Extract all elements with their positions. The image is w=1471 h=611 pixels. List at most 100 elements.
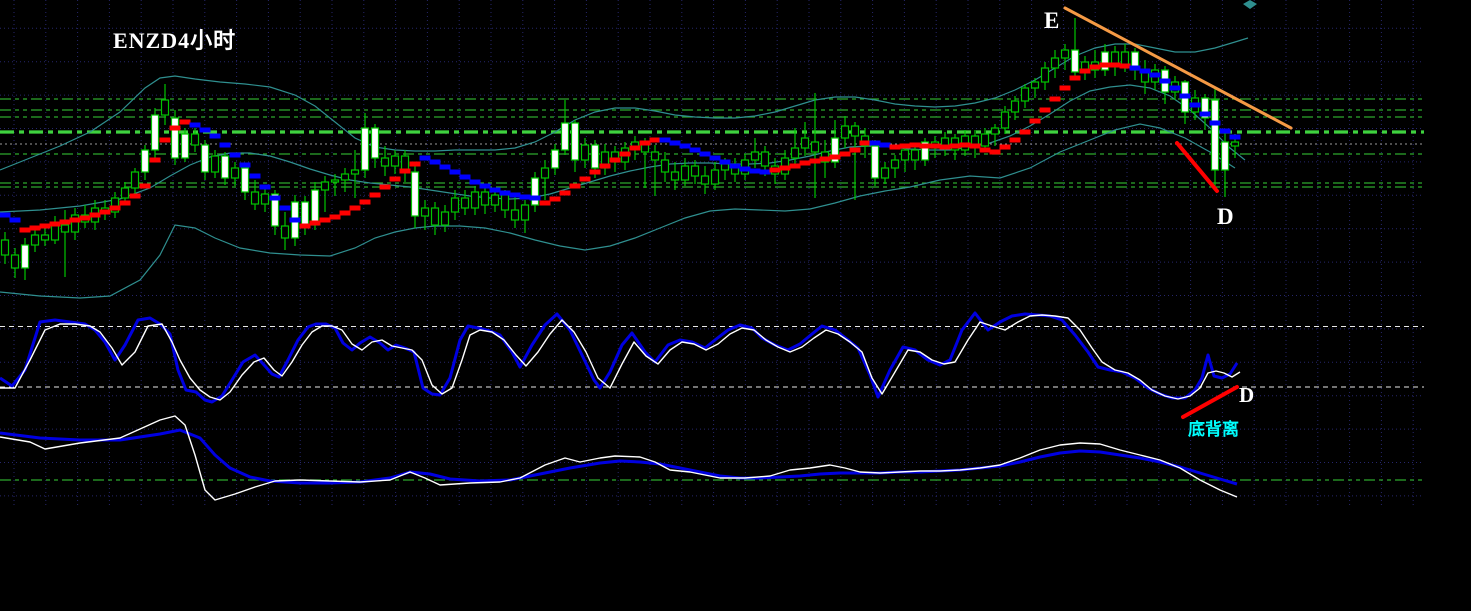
trend-dash-blue [489,187,501,193]
candle-body [1070,49,1080,73]
trend-dash-blue [759,169,771,175]
chart-canvas[interactable] [0,0,1471,611]
candle-body [980,133,990,147]
trend-dash-red [849,147,861,153]
trend-dash-blue [1149,72,1161,78]
trend-dash-red [1069,75,1081,81]
trend-dash-red [109,205,121,211]
candle-body [220,155,230,179]
candle-body [470,191,480,209]
trend-dash-red [19,227,31,233]
trend-dash-red [769,167,781,173]
trend-dash-red [39,223,51,229]
trend-dash-red [1059,85,1071,91]
candle-body [20,244,30,269]
candle-body [910,149,920,161]
trend-dash-red [979,147,991,153]
trend-dash-blue [1209,120,1221,126]
candle-body [10,254,20,269]
candle-body [750,151,760,161]
trend-dash-red [309,220,321,226]
candle-body [280,225,290,239]
trend-dash-red [999,144,1011,150]
candle-body [450,197,460,213]
candle-body [520,204,530,221]
trend-dash-red [789,163,801,169]
candle-body [1230,141,1240,147]
trend-dash-red [1079,68,1091,74]
trend-dash-red [319,217,331,223]
trend-dash-red [929,143,941,149]
label-D-stoch[interactable]: D [1239,383,1254,408]
trend-dash-blue [189,122,201,128]
trend-dash-red [589,169,601,175]
candle-body [380,157,390,167]
trend-dash-blue [219,142,231,148]
trend-dash-blue [719,159,731,165]
trend-dash-red [159,137,171,143]
trend-dash-red [1099,62,1111,68]
candle-body [840,125,850,139]
candle-body [790,147,800,159]
candle-body [590,144,600,169]
trend-dash-red [559,190,571,196]
trend-dash-red [889,144,901,150]
trend-dash-red [349,205,361,211]
candle-body [1010,100,1020,113]
trend-dash-red [359,199,371,205]
trend-dash-red [389,176,401,182]
trend-dash-red [89,212,101,218]
candle-body [1040,67,1050,83]
candle-body [140,149,150,173]
trend-dash-red [829,154,841,160]
trend-dash-blue [499,190,511,196]
candle-body [180,133,190,159]
trading-chart-window: ENZD4小时 E D D 底背离 [0,0,1471,611]
trend-dash-red [909,142,921,148]
candle-body [710,169,720,185]
candle-body [40,234,50,241]
trend-dash-red [619,151,631,157]
candle-body [670,171,680,181]
trend-dash-red [989,149,1001,155]
label-bottom-divergence[interactable]: 底背离 [1188,415,1239,440]
trend-dash-blue [1139,68,1151,74]
trend-dash-red [859,140,871,146]
trend-dash-red [799,160,811,166]
trend-dash-red [569,183,581,189]
candle-body [720,163,730,171]
candle-body [880,167,890,179]
candle-body [190,133,200,146]
trend-dash-blue [229,152,241,158]
candle-body [410,171,420,217]
trend-dash-blue [469,179,481,185]
trend-dash-blue [209,133,221,139]
chart-symbol-title: ENZD4小时 [113,28,237,53]
candle-body [810,141,820,153]
candle-body [700,175,710,185]
trend-dash-blue [869,140,881,146]
trend-dash-blue [479,183,491,189]
label-D-price[interactable]: D [1217,204,1234,230]
trend-dash-red [169,125,181,131]
trend-dash-red [639,140,651,146]
candle-body [570,122,580,161]
candle-body [200,144,210,173]
trend-dash-red [949,143,961,149]
candle-body [760,151,770,167]
trend-dash-blue [419,155,431,161]
trend-dash-red [599,163,611,169]
candle-body [170,117,180,159]
trend-dash-blue [699,151,711,157]
trend-dash-red [299,223,311,229]
candle-body [680,165,690,181]
candle-body [800,137,810,149]
trend-dash-red [149,157,161,163]
candle-body [560,122,570,151]
candle-body [60,224,70,233]
trend-dash-blue [459,174,471,180]
trend-dash-blue [279,205,291,211]
label-E[interactable]: E [1044,8,1059,34]
trend-dash-red [1009,137,1021,143]
trend-dash-blue [739,166,751,172]
